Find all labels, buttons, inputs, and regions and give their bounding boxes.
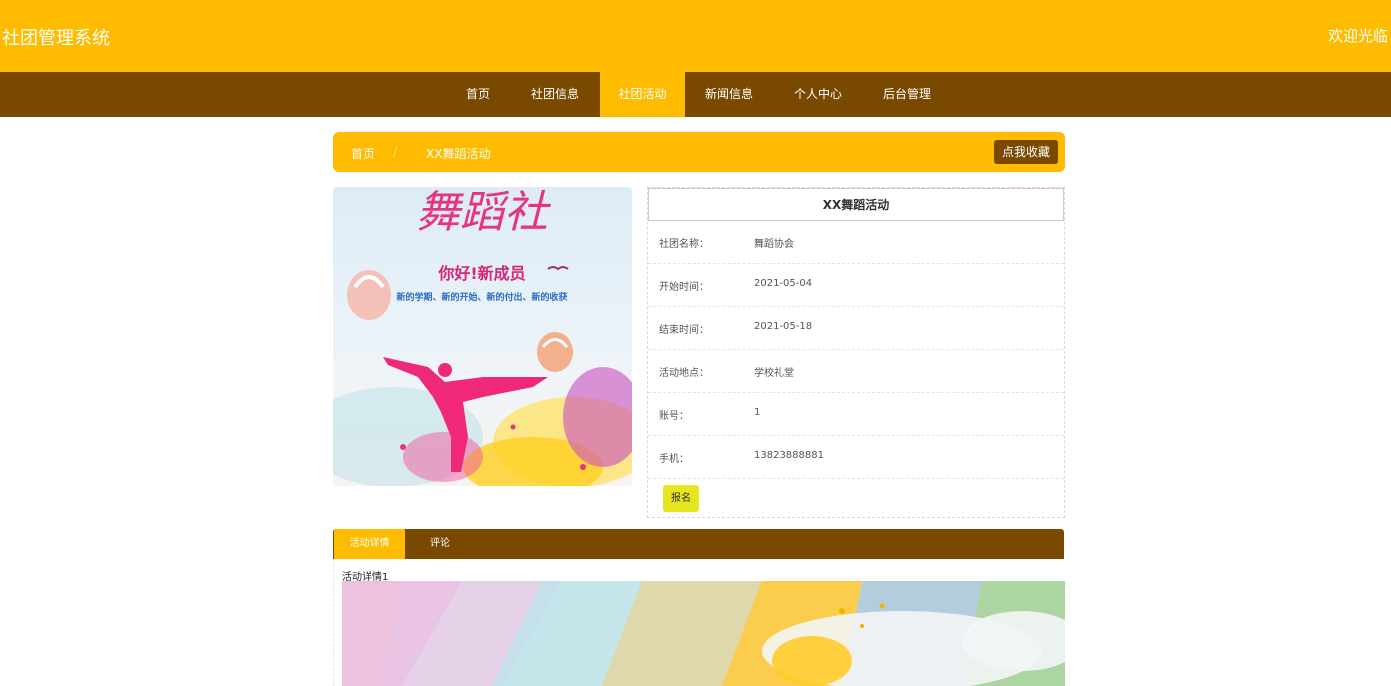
- signup-button[interactable]: 报名: [663, 485, 699, 512]
- activity-info-panel: XX舞蹈活动 社团名称： 舞蹈协会 开始时间： 2021-05-04 结束时间：…: [647, 187, 1065, 518]
- poster-greeting-text: 你好!新成员: [437, 264, 525, 283]
- info-row-start-time: 开始时间： 2021-05-04: [648, 264, 1064, 307]
- info-row-club-name: 社团名称： 舞蹈协会: [648, 221, 1064, 264]
- favorite-button[interactable]: 点我收藏: [993, 140, 1058, 164]
- info-label: 活动地点：: [659, 368, 709, 379]
- tab-activity-detail[interactable]: 活动详情: [334, 529, 405, 559]
- activity-detail-content: 活动详情1: [333, 559, 1065, 686]
- detail-banner-artwork: [342, 581, 1065, 686]
- info-label: 账号：: [659, 411, 689, 422]
- nav-item-home[interactable]: 首页: [455, 72, 501, 117]
- breadcrumb-bar: 首页 / XX舞蹈活动 点我收藏: [333, 132, 1065, 172]
- info-row-account: 账号： 1: [648, 393, 1064, 436]
- poster-slogan-text: 新的学期、新的开始、新的付出、新的收获: [396, 291, 567, 303]
- nav-item-personal-center[interactable]: 个人中心: [783, 72, 853, 117]
- tab-comments[interactable]: 评论: [415, 529, 465, 559]
- info-value: 舞蹈协会: [754, 239, 794, 250]
- breadcrumb-current: XX舞蹈活动: [426, 147, 491, 161]
- top-header: 社团管理系统 欢迎光临: [0, 0, 1391, 72]
- info-value: 13823888881: [754, 450, 824, 461]
- info-value: 2021-05-04: [754, 278, 813, 289]
- poster-title-text: 舞蹈社: [416, 187, 552, 238]
- poster-artwork: 舞蹈社 你好!新成员 新的学期、新的开始、新的付出、新的收获: [333, 187, 632, 486]
- nav-item-club-activities[interactable]: 社团活动: [600, 72, 685, 117]
- detail-banner-image: [342, 581, 1065, 686]
- nav-item-club-info[interactable]: 社团信息: [520, 72, 590, 117]
- welcome-text: 欢迎光临: [1327, 27, 1388, 45]
- activity-title: XX舞蹈活动: [648, 188, 1064, 221]
- activity-poster-image: 舞蹈社 你好!新成员 新的学期、新的开始、新的付出、新的收获: [333, 187, 632, 486]
- nav-item-admin[interactable]: 后台管理: [872, 72, 942, 117]
- info-label: 结束时间：: [659, 325, 709, 336]
- detail-tabs: 活动详情 评论: [333, 529, 1064, 559]
- info-row-phone: 手机： 13823888881: [648, 436, 1064, 479]
- breadcrumb-separator: /: [393, 145, 398, 159]
- info-row-location: 活动地点： 学校礼堂: [648, 350, 1064, 393]
- info-label: 手机：: [659, 454, 689, 465]
- site-title: 社团管理系统: [2, 28, 110, 49]
- info-value: 1: [754, 407, 761, 418]
- info-value: 2021-05-18: [754, 321, 813, 332]
- main-nav: 首页 社团信息 社团活动 新闻信息 个人中心 后台管理: [0, 72, 1391, 117]
- info-row-end-time: 结束时间： 2021-05-18: [648, 307, 1064, 350]
- nav-item-news[interactable]: 新闻信息: [694, 72, 764, 117]
- breadcrumb-home[interactable]: 首页: [351, 145, 375, 162]
- info-value: 学校礼堂: [754, 368, 794, 379]
- info-label: 开始时间：: [659, 282, 709, 293]
- info-label: 社团名称：: [659, 239, 709, 250]
